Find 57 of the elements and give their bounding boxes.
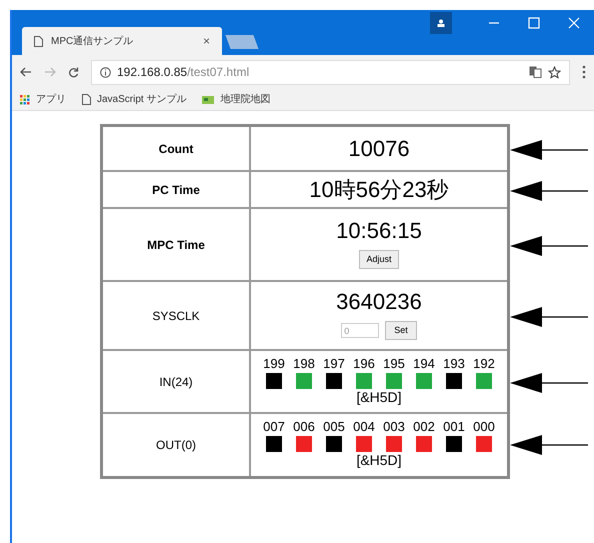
bit-label: 194	[413, 356, 435, 370]
value-text: 10:56:15	[336, 220, 422, 242]
address-bar[interactable]: 192.168.0.85/test07.html	[91, 60, 570, 84]
arrow-icon	[510, 234, 588, 258]
row-label: IN(24)	[159, 374, 193, 390]
menu-icon[interactable]	[582, 65, 586, 79]
browser-tab[interactable]: MPC通信サンプル ×	[22, 27, 222, 55]
row-label: MPC Time	[147, 236, 205, 254]
page-icon	[82, 94, 91, 105]
bit-label: 197	[323, 356, 345, 370]
bit-label: 196	[353, 356, 375, 370]
value-text: 10時56分23秒	[309, 176, 449, 204]
back-icon[interactable]	[20, 67, 32, 77]
arrow-icon	[510, 370, 588, 394]
star-icon[interactable]	[548, 66, 561, 78]
translate-icon[interactable]	[529, 66, 542, 78]
bit-label: 003	[383, 420, 405, 434]
bit-label: 193	[443, 356, 465, 370]
bookmark-link[interactable]: 地理院地図	[220, 92, 270, 107]
row-label: Count	[158, 140, 194, 158]
bit-label: 195	[383, 356, 405, 370]
url-text: 192.168.0.85/test07.html	[117, 64, 250, 81]
close-tab-button[interactable]: ×	[202, 32, 210, 50]
bit-label: 005	[323, 420, 345, 434]
bit-label: 199	[263, 356, 285, 370]
person-icon	[437, 19, 445, 27]
bit-label: 000	[473, 420, 495, 434]
tab-title: MPC通信サンプル	[51, 34, 134, 48]
bit-label: 198	[293, 356, 315, 370]
adjust-button[interactable]: Adjust	[359, 250, 398, 270]
bit-label: 002	[413, 420, 435, 434]
info-icon[interactable]	[100, 66, 111, 78]
bit-label: 006	[293, 420, 315, 434]
set-button[interactable]: Set	[385, 320, 417, 340]
bit-label: 004	[353, 420, 375, 434]
hex-text: [&H5D]	[356, 388, 402, 406]
bookmark-link[interactable]: JavaScript サンプル	[97, 92, 186, 107]
value-text: 3640236	[336, 290, 422, 313]
row-label: PC Time	[152, 182, 200, 198]
row-label: OUT(0)	[156, 437, 196, 454]
arrow-icon	[510, 178, 588, 202]
bit-label: 001	[443, 420, 465, 434]
hex-text: [&H5D]	[356, 452, 402, 470]
profile-button[interactable]	[430, 12, 452, 34]
map-icon	[202, 96, 214, 104]
bookmark-link[interactable]: アプリ	[36, 92, 66, 107]
reload-icon[interactable]	[68, 66, 79, 78]
bit-label: 007	[263, 420, 285, 434]
value-text: 10076	[348, 135, 410, 163]
arrow-icon	[510, 433, 588, 457]
row-label: SYSCLK	[152, 308, 200, 324]
new-tab-button[interactable]	[225, 35, 259, 49]
bit-label: 192	[473, 356, 495, 370]
page-icon	[34, 36, 43, 46]
arrow-icon	[510, 304, 588, 328]
arrow-icon	[510, 138, 588, 162]
apps-grid-icon	[20, 94, 30, 104]
